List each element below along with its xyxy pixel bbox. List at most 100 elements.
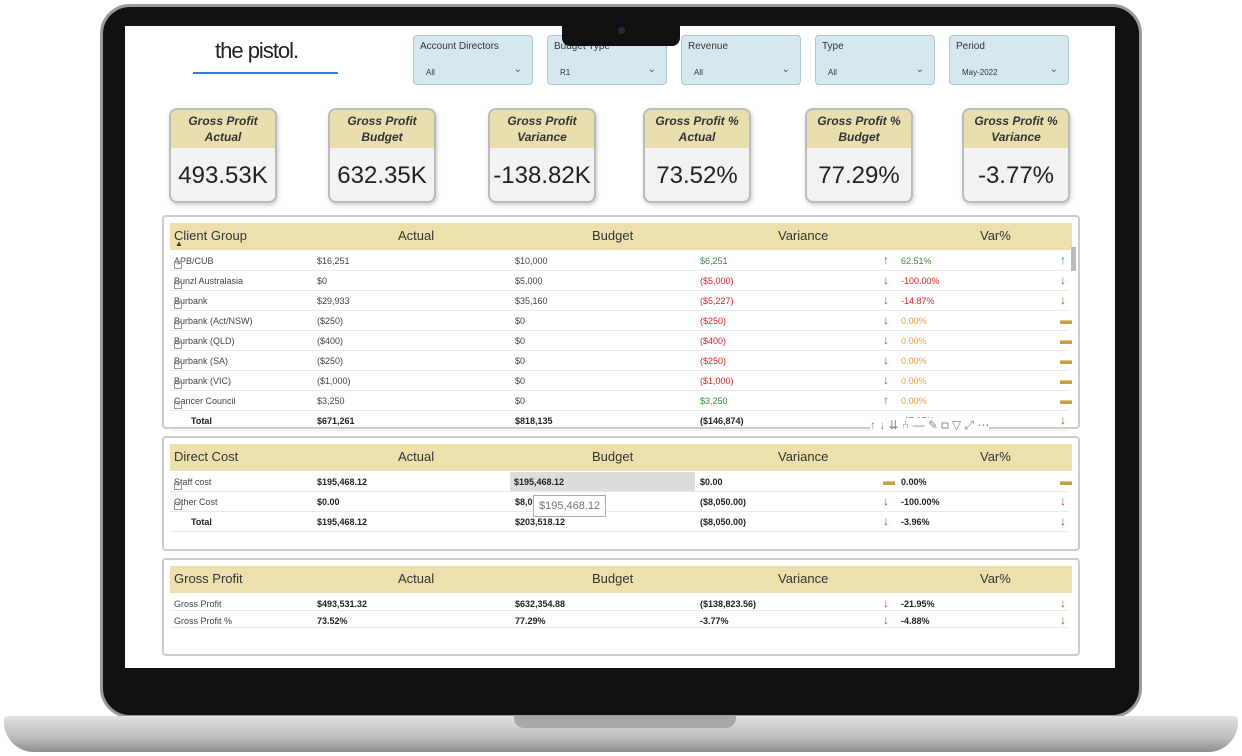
arrow-flat-icon: ▬ xyxy=(1060,333,1072,347)
table-row[interactable]: +Other Cost$0.00$8,050.00($8,050.00)↓-10… xyxy=(170,492,1068,512)
budget-cell: $632,354.88 xyxy=(515,599,566,609)
column-header[interactable]: Var% xyxy=(980,228,1011,243)
chevron-down-icon[interactable]: ⌄ xyxy=(648,64,656,75)
var-pct-cell: 0.00% xyxy=(901,356,927,366)
table-row[interactable]: Gross Profit $493,531.32 $632,354.88 ($138,… xyxy=(170,594,1068,611)
column-header[interactable]: Actual xyxy=(398,228,434,243)
column-header[interactable]: Variance xyxy=(778,571,828,586)
variance-cell: ($5,000) xyxy=(700,276,734,286)
var-pct-cell: -21.95% xyxy=(901,599,935,609)
kpi-title: Gross Profit % Budget xyxy=(807,110,911,148)
filter-dropdown[interactable]: Period May-2022 ⌄ xyxy=(949,35,1069,85)
table-row[interactable]: + Cancer Council $3,250 $0 $3,250 ↑ 0.00% ▬ xyxy=(170,391,1072,411)
arrow-down-icon: ↓ xyxy=(1060,293,1066,307)
table-row[interactable]: Gross Profit % 73.52% 77.29% -3.77% ↓ -4.88% ↓ xyxy=(170,611,1068,628)
arrow-down-icon: ↓ xyxy=(1060,596,1066,610)
arrow-up-icon: ↑ xyxy=(883,393,889,407)
kpi-value: -138.82K xyxy=(493,162,591,189)
column-header[interactable]: Actual xyxy=(398,449,434,464)
kpi-value: 493.53K xyxy=(178,162,268,189)
budget-cell: $0 xyxy=(515,316,526,326)
expand-icon[interactable]: + xyxy=(174,482,182,490)
column-header[interactable]: Client Group xyxy=(174,228,247,243)
var-pct-cell: -14.87% xyxy=(901,296,935,306)
chevron-down-icon[interactable]: ⌄ xyxy=(514,64,522,75)
var-pct-cell: -4.88% xyxy=(901,616,930,626)
table-row[interactable]: + Burbank (SA) ($250) $0 ($250) ↓ 0.00% ▬ xyxy=(170,351,1072,371)
arrow-down-icon: ↓ xyxy=(1060,613,1066,627)
column-header[interactable]: Budget xyxy=(592,228,633,243)
column-header[interactable]: Budget xyxy=(592,449,633,464)
row-name: Cancer Council xyxy=(174,396,236,406)
filter-dropdown[interactable]: Revenue All ⌄ xyxy=(681,35,801,85)
variance-cell: ($8,050.00) xyxy=(700,497,747,507)
column-header[interactable]: Actual xyxy=(398,571,434,586)
var-pct-cell: -100.00% xyxy=(901,276,940,286)
actual-cell: 73.52% xyxy=(317,616,348,626)
filter-dropdown[interactable]: Account Directors All ⌄ xyxy=(413,35,533,85)
chevron-down-icon[interactable]: ⌄ xyxy=(916,64,924,75)
column-header[interactable]: Var% xyxy=(980,449,1011,464)
table-row[interactable]: + Burbank (Act/NSW) ($250) $0 ($250) ↓ 0.00% ▬ xyxy=(170,311,1072,331)
table-row[interactable]: + APB/CUB $16,251 $10,000 $6,251 ↑ 62.51% ↑ xyxy=(170,251,1068,271)
row-label: + Cancer Council xyxy=(174,396,236,409)
arrow-down-icon: ↓ xyxy=(883,273,889,287)
actual-cell: $195,468.12 xyxy=(317,477,368,487)
expand-icon[interactable]: + xyxy=(174,341,182,349)
chevron-down-icon[interactable]: ⌄ xyxy=(782,64,790,75)
expand-icon[interactable]: + xyxy=(174,502,182,510)
actual-cell: $0 xyxy=(317,276,328,286)
var-pct-cell: -100.00% xyxy=(901,497,940,507)
expand-icon[interactable]: + xyxy=(174,381,182,389)
dashboard-screen: the pistol. Account Directors All ⌄ Budget … xyxy=(125,26,1115,668)
expand-icon[interactable]: + xyxy=(174,361,182,369)
variance-cell: $6,251 xyxy=(700,256,728,266)
expand-icon[interactable]: + xyxy=(174,301,182,309)
column-header[interactable]: Variance xyxy=(778,449,828,464)
table-row[interactable]: + Staff cost $195,468.12 $195,468.12 $0.00 ▬ 0… xyxy=(170,472,1072,492)
sort-ascending-icon[interactable]: ▲ xyxy=(175,239,183,248)
table-row[interactable]: + Burbank $29,933 $35,160 ($5,227) ↓ -14.87% ↓ xyxy=(170,291,1068,311)
column-header[interactable]: Var% xyxy=(980,571,1011,586)
row-label: Total xyxy=(174,416,212,426)
expand-icon[interactable]: + xyxy=(174,321,182,329)
column-header[interactable]: Direct Cost xyxy=(174,449,238,464)
actual-cell: ($250) xyxy=(317,356,344,366)
row-label: + Bunzl Australasia xyxy=(174,276,243,289)
var-pct-cell: -3.96% xyxy=(901,517,930,527)
filter-value: R1 xyxy=(560,68,571,77)
expand-icon[interactable]: + xyxy=(174,281,182,289)
visual-toolbar[interactable]: ↑ ↓ ⇊ ⑃ — ✎ ⧉ ▽ ⤢ ⋯ xyxy=(870,418,990,433)
arrow-flat-icon: ▬ xyxy=(1060,393,1072,407)
table-row[interactable]: + Bunzl Australasia $0 $5,000 ($5,000) ↓ -100.… xyxy=(170,271,1068,291)
chevron-down-icon[interactable]: ⌄ xyxy=(1050,64,1058,75)
client-group-table[interactable]: Client Group Actual Budget Variance Var% ▲ + AP… xyxy=(162,215,1080,431)
variance-cell: -3.77% xyxy=(700,616,729,626)
var-pct-cell: 0.00% xyxy=(901,376,927,386)
gross-profit-table[interactable]: Gross Profit Actual Budget Variance Var% Gros… xyxy=(162,558,1080,656)
actual-cell: $493,531.32 xyxy=(317,599,368,609)
arrow-down-icon: ↓ xyxy=(883,353,889,367)
filter-dropdown[interactable]: Type All ⌄ xyxy=(815,35,935,85)
column-header[interactable]: Gross Profit xyxy=(174,571,243,586)
actual-cell: ($400) xyxy=(317,336,344,346)
row-label: + APB/CUB xyxy=(174,256,214,269)
scrollbar[interactable] xyxy=(1071,247,1076,271)
laptop-base xyxy=(4,716,1238,752)
expand-icon[interactable]: + xyxy=(174,261,182,269)
table-row[interactable]: + Burbank (QLD) ($400) $0 ($400) ↓ 0.00% ▬ xyxy=(170,331,1072,351)
table-row[interactable]: Total $195,468.12 $203,518.12 ($8,050.00) ↓ -… xyxy=(170,512,1068,532)
budget-cell: $203,518.12 xyxy=(515,517,566,527)
direct-cost-table[interactable]: Direct Cost Actual Budget Variance Var% + Staf… xyxy=(162,436,1080,551)
column-header[interactable]: Budget xyxy=(592,571,633,586)
actual-cell: ($1,000) xyxy=(317,376,351,386)
budget-cell: $0 xyxy=(515,336,526,346)
row-label: Gross Profit % xyxy=(174,616,232,626)
var-pct-cell: 0.00% xyxy=(901,316,927,326)
filter-label: Revenue xyxy=(688,41,729,52)
arrow-down-icon: ↓ xyxy=(883,293,889,307)
table-header: Gross Profit Actual Budget Variance Var% xyxy=(170,566,1072,593)
table-row[interactable]: + Burbank (VIC) ($1,000) $0 ($1,000) ↓ 0.00% ▬ xyxy=(170,371,1072,391)
expand-icon[interactable]: + xyxy=(174,401,182,409)
column-header[interactable]: Variance xyxy=(778,228,828,243)
